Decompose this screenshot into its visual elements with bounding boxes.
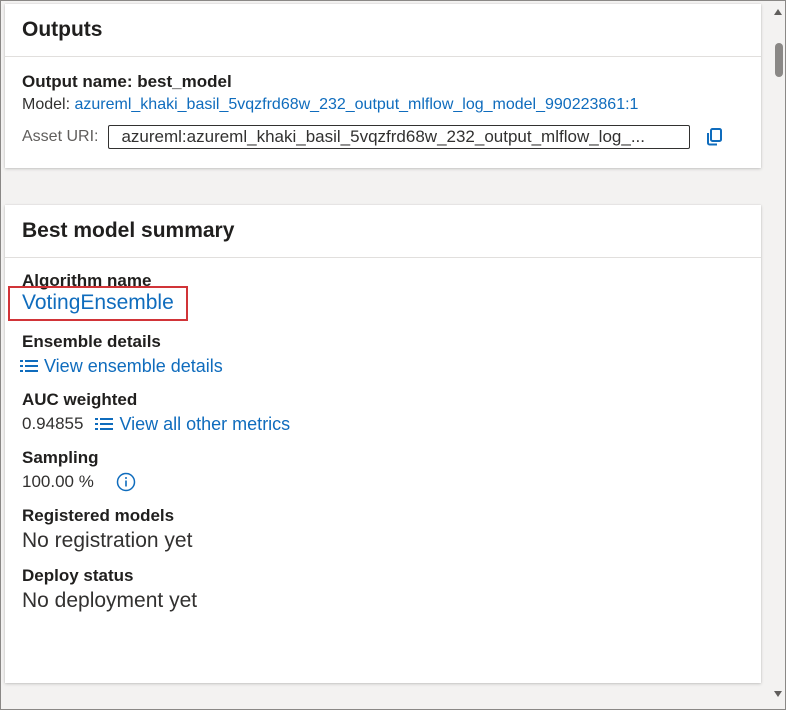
scroll-thumb[interactable] <box>775 43 783 77</box>
details-panel: Outputs Output name: best_model Model: a… <box>0 0 786 710</box>
model-link[interactable]: azureml_khaki_basil_5vqzfrd68w_232_outpu… <box>74 96 638 113</box>
best-model-summary-card: Best model summary Algorithm name Voting… <box>5 205 761 683</box>
view-all-metrics-link[interactable]: View all other metrics <box>95 411 290 437</box>
view-ensemble-details-link[interactable]: View ensemble details <box>20 353 223 379</box>
asset-uri-row: Asset URI: azureml:azureml_khaki_basil_5… <box>22 125 744 149</box>
copy-icon <box>707 128 723 146</box>
outputs-title: Outputs <box>5 4 761 57</box>
info-icon[interactable] <box>116 472 136 492</box>
auc-field: AUC weighted 0.94855 View all other metr… <box>22 389 744 437</box>
scroll-down-arrow-icon[interactable] <box>774 691 782 697</box>
registered-models-value: No registration yet <box>22 529 193 552</box>
highlight-box: VotingEnsemble <box>8 286 188 321</box>
deploy-status-field: Deploy status No deployment yet <box>22 565 744 615</box>
ensemble-field: Ensemble details View ensemble details <box>20 331 744 379</box>
view-ensemble-details-label: View ensemble details <box>44 356 223 376</box>
asset-uri-label: Asset URI: <box>22 128 99 145</box>
deploy-status-value: No deployment yet <box>22 589 198 612</box>
ensemble-label: Ensemble details <box>22 332 161 351</box>
deploy-status-label: Deploy status <box>22 566 134 585</box>
registered-models-field: Registered models No registration yet <box>22 505 744 555</box>
auc-label: AUC weighted <box>22 390 138 409</box>
view-all-metrics-label: View all other metrics <box>119 414 291 434</box>
outputs-card: Outputs Output name: best_model Model: a… <box>5 4 761 168</box>
sampling-field: Sampling 100.00 % <box>22 447 744 495</box>
auc-value: 0.94855 <box>22 414 84 433</box>
algorithm-link[interactable]: VotingEnsemble <box>22 291 174 314</box>
vertical-scrollbar[interactable] <box>771 1 785 709</box>
algorithm-field: Algorithm name VotingEnsemble <box>8 270 744 321</box>
registered-models-label: Registered models <box>22 506 175 525</box>
list-icon <box>95 418 114 430</box>
list-icon <box>20 360 38 372</box>
sampling-label: Sampling <box>22 448 99 467</box>
copy-button[interactable] <box>704 127 724 147</box>
sampling-value: 100.00 % <box>22 472 94 491</box>
model-label: Model: <box>22 96 71 113</box>
model-row: Model: azureml_khaki_basil_5vqzfrd68w_23… <box>22 93 744 117</box>
scroll-up-arrow-icon[interactable] <box>774 9 782 15</box>
output-name: Output name: best_model <box>22 72 232 91</box>
asset-uri-field[interactable]: azureml:azureml_khaki_basil_5vqzfrd68w_2… <box>108 125 691 149</box>
summary-title: Best model summary <box>5 205 761 258</box>
